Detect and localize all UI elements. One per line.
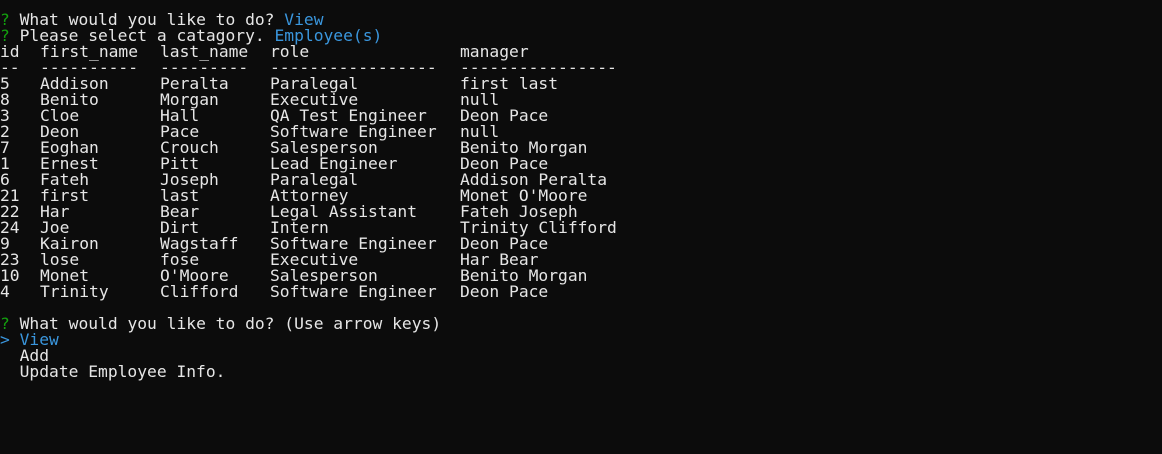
menu-option-update-employee[interactable]: Update Employee Info.: [0, 362, 1162, 381]
cell-last-name: Clifford: [160, 282, 239, 301]
menu-option-view[interactable]: > View: [0, 331, 1162, 348]
cell-role: Software Engineer: [270, 282, 437, 301]
cell-first-name: Trinity: [40, 282, 109, 301]
cell-id: 4: [0, 282, 10, 301]
menu-option-label: Update Employee Info.: [19, 362, 226, 381]
prompt-text: What would you like to do? (Use arrow ke…: [19, 314, 442, 333]
cell-manager: Deon Pace: [460, 282, 549, 301]
terminal-output: ? What would you like to do? View ? Plea…: [0, 11, 1162, 381]
table-row: 4 Trinity Clifford Software Engineer Deo…: [0, 282, 1162, 301]
prompt-next-action: ? What would you like to do? (Use arrow …: [0, 314, 1162, 333]
